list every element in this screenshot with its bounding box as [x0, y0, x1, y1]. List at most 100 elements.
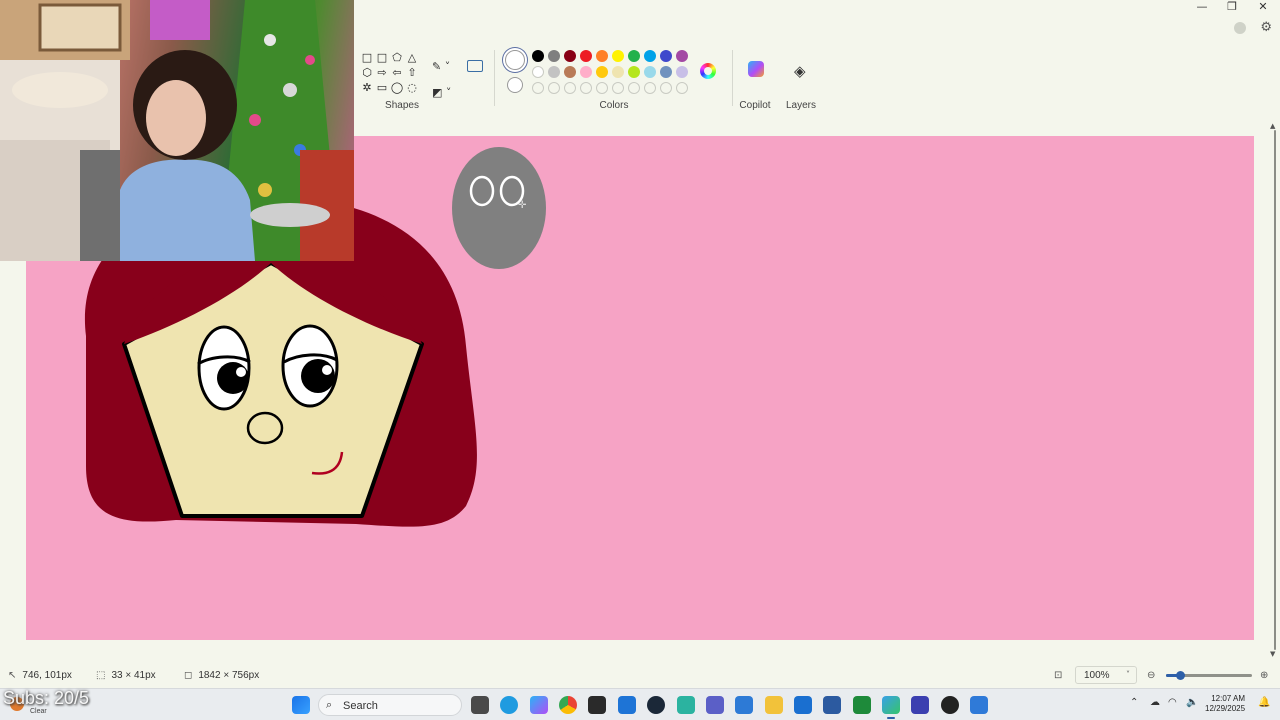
color-swatch[interactable] [580, 50, 592, 62]
app-icon[interactable] [677, 696, 695, 714]
vertical-scrollbar[interactable]: ▲ ▼ [1270, 122, 1278, 658]
store-icon[interactable] [823, 696, 841, 714]
fit-to-window-icon[interactable]: ⊡ [1054, 670, 1062, 681]
color-swatch[interactable] [628, 50, 640, 62]
copilot-button-label[interactable]: Copilot [735, 100, 775, 111]
app-icon-2[interactable] [911, 696, 929, 714]
volume-icon[interactable]: 🔈 [1186, 697, 1198, 708]
cursor-position: ↖ 746, 101px [8, 670, 72, 681]
azure-icon[interactable] [618, 696, 636, 714]
task-view-icon[interactable] [471, 696, 489, 714]
chrome-icon[interactable] [559, 696, 577, 714]
color-swatch[interactable] [676, 50, 688, 62]
shape-star-icon[interactable]: ✲ [360, 81, 374, 95]
shape-polygon-icon[interactable]: ⬠ [390, 51, 404, 65]
zoom-slider[interactable] [1166, 671, 1252, 680]
layers-button-label[interactable]: Layers [781, 100, 821, 111]
color-swatches-row2 [532, 66, 688, 78]
color-swatch[interactable] [676, 66, 688, 78]
primary-color-button[interactable] [505, 50, 525, 70]
copilot-app-icon[interactable] [530, 696, 548, 714]
epic-games-icon[interactable] [588, 696, 606, 714]
color-swatch[interactable] [644, 50, 656, 62]
canvas-size: ◻ 1842 × 756px [184, 670, 259, 681]
file-explorer-icon[interactable] [765, 696, 783, 714]
crosshair-cursor-icon: ✛ [518, 200, 527, 211]
color-swatch[interactable] [676, 82, 688, 94]
zoom-out-icon[interactable]: ⊖ [1147, 670, 1155, 681]
clock[interactable]: 12:07 AM 12/29/2025 [1205, 694, 1245, 714]
color-swatch[interactable] [628, 66, 640, 78]
color-swatch[interactable] [564, 82, 576, 94]
color-swatch[interactable] [532, 82, 544, 94]
scroll-thumb[interactable] [1274, 130, 1276, 650]
shape-triangle-icon[interactable]: △ [405, 51, 419, 65]
shape-oval-callout-icon[interactable]: ◯ [390, 81, 404, 95]
color-swatch[interactable] [660, 82, 672, 94]
color-swatch[interactable] [596, 50, 608, 62]
chevron-down-icon: ˅ [1126, 670, 1130, 679]
color-swatch[interactable] [580, 82, 592, 94]
minimize-button[interactable]: — [1187, 0, 1217, 16]
shape-fill-icon[interactable]: ◩ ˅ [432, 80, 451, 106]
color-swatch[interactable] [612, 66, 624, 78]
color-swatch[interactable] [644, 66, 656, 78]
right-pupil [301, 359, 335, 393]
color-swatch[interactable] [548, 82, 560, 94]
color-swatch[interactable] [532, 50, 544, 62]
secondary-color-button[interactable] [507, 77, 523, 93]
shape-rectangle-icon[interactable]: □ [360, 51, 374, 65]
shape-style-icon[interactable] [467, 60, 483, 72]
edge-icon[interactable] [500, 696, 518, 714]
scroll-up-icon[interactable]: ▲ [1270, 122, 1275, 130]
color-swatch[interactable] [660, 66, 672, 78]
color-swatch[interactable] [660, 50, 672, 62]
color-swatch[interactable] [596, 82, 608, 94]
taskbar-search[interactable]: ⌕ Search [318, 694, 462, 716]
steam-icon[interactable] [647, 696, 665, 714]
shape-up-arrow-icon[interactable]: ⇧ [405, 66, 419, 80]
color-swatch[interactable] [596, 66, 608, 78]
color-swatch[interactable] [564, 50, 576, 62]
xbox-icon[interactable] [853, 696, 871, 714]
start-icon[interactable] [292, 696, 310, 714]
restore-button[interactable]: ❐ [1217, 0, 1247, 16]
obs-icon[interactable] [941, 696, 959, 714]
color-swatch[interactable] [612, 82, 624, 94]
zoom-dropdown[interactable]: 100% ˅ [1075, 666, 1137, 684]
clock-date: 12/29/2025 [1205, 704, 1246, 713]
shape-right-arrow-icon[interactable]: ⇨ [375, 66, 389, 80]
scroll-down-icon[interactable]: ▼ [1270, 650, 1275, 658]
wifi-icon[interactable]: ◠ [1168, 697, 1177, 708]
mail-icon[interactable] [794, 696, 812, 714]
network-icon[interactable]: ☁ [1150, 697, 1160, 708]
color-swatch[interactable] [548, 66, 560, 78]
shape-outline-icon[interactable]: ✎ ˅ [432, 54, 451, 80]
shape-hexagon-icon[interactable]: ⬡ [360, 66, 374, 80]
close-button[interactable]: ✕ [1248, 0, 1278, 16]
app-icon-3[interactable] [970, 696, 988, 714]
layers-icon[interactable]: ◈ [794, 62, 806, 80]
copilot-icon[interactable] [748, 61, 764, 77]
color-swatch[interactable] [580, 66, 592, 78]
zoom-slider-thumb[interactable] [1175, 671, 1185, 680]
color-swatch[interactable] [612, 50, 624, 62]
tray-overflow-icon[interactable]: ⌃ [1130, 697, 1138, 708]
zoom-in-icon[interactable]: ⊕ [1260, 670, 1268, 681]
color-swatch[interactable] [532, 66, 544, 78]
account-icon[interactable] [1234, 22, 1246, 34]
shape-callout-icon[interactable]: ▭ [375, 81, 389, 95]
gear-icon[interactable]: ⚙ [1260, 20, 1272, 35]
color-swatch[interactable] [628, 82, 640, 94]
color-swatch[interactable] [548, 50, 560, 62]
health-app-icon[interactable] [735, 696, 753, 714]
shape-left-arrow-icon[interactable]: ⇦ [390, 66, 404, 80]
edit-colors-icon[interactable] [700, 63, 716, 79]
shape-cloud-callout-icon[interactable]: ◌ [405, 81, 419, 95]
paint-app-icon[interactable] [882, 696, 900, 714]
teams-icon[interactable] [706, 696, 724, 714]
color-swatch[interactable] [564, 66, 576, 78]
color-swatch[interactable] [644, 82, 656, 94]
notification-bell-icon[interactable]: 🔔 [1258, 697, 1270, 708]
shape-rounded-rectangle-icon[interactable]: □ [375, 51, 389, 65]
